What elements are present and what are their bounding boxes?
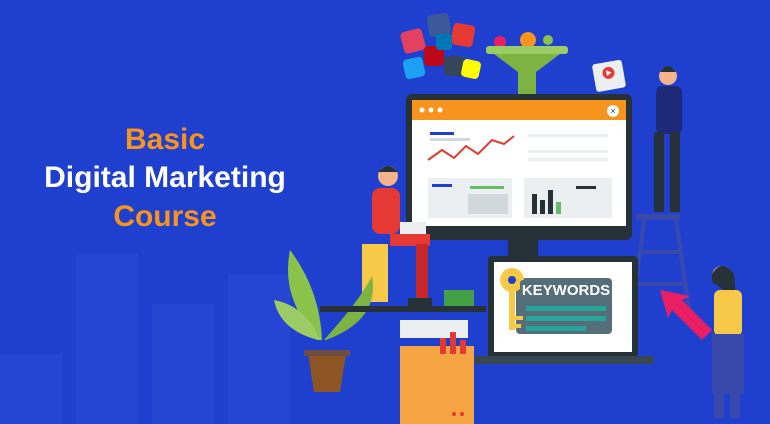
funnel-icon — [486, 32, 568, 94]
woman-with-arrow-figure — [660, 266, 744, 418]
social-media-icons — [400, 13, 481, 80]
plant-icon — [274, 250, 374, 392]
svg-text:×: × — [610, 106, 615, 116]
banner: Basic Digital Marketing Course × KEYWORD… — [0, 0, 770, 424]
digital-marketing-illustration: × — [274, 13, 744, 424]
laptop — [474, 256, 654, 364]
monitor: × — [406, 94, 632, 240]
keywords-label: KEYWORDS — [520, 280, 612, 302]
video-card-icon — [592, 59, 626, 92]
man-on-ladder-figure — [630, 66, 692, 317]
box-icon — [400, 320, 474, 424]
